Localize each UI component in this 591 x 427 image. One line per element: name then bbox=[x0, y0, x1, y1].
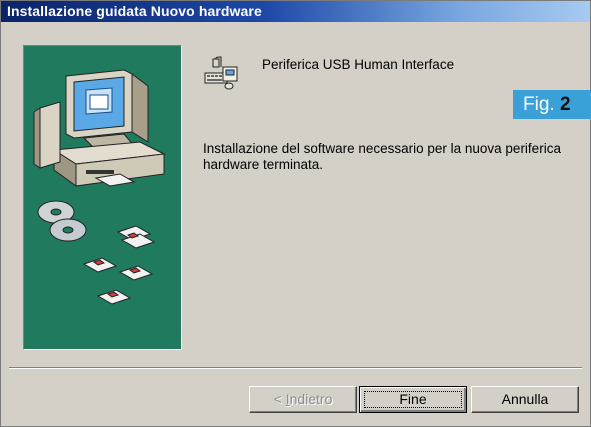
finish-button[interactable]: Fine bbox=[359, 386, 467, 413]
finish-button-label: Fine bbox=[399, 391, 427, 407]
figure-badge: Fig. 2 bbox=[513, 90, 591, 119]
back-button-prefix: < bbox=[273, 391, 286, 407]
cancel-button-label: Annulla bbox=[501, 391, 549, 407]
back-button[interactable]: < Indietro bbox=[249, 386, 357, 413]
usb-keyboard-mouse-icon bbox=[201, 53, 241, 93]
device-name-label: Periferica USB Human Interface bbox=[262, 57, 455, 72]
figure-prefix: Fig. bbox=[523, 94, 555, 115]
button-separator bbox=[9, 367, 582, 369]
cancel-button[interactable]: Annulla bbox=[471, 386, 579, 413]
wizard-illustration-panel bbox=[23, 45, 182, 350]
completion-message: Installazione del software necessario pe… bbox=[203, 141, 561, 172]
title-bar[interactable]: Installazione guidata Nuovo hardware bbox=[1, 1, 590, 22]
figure-number: 2 bbox=[559, 94, 571, 115]
computer-with-disks-illustration bbox=[33, 69, 166, 305]
window-title: Installazione guidata Nuovo hardware bbox=[7, 3, 262, 19]
wizard-window: Installazione guidata Nuovo hardware Per… bbox=[0, 0, 591, 427]
back-button-label: ndietro bbox=[289, 391, 333, 407]
